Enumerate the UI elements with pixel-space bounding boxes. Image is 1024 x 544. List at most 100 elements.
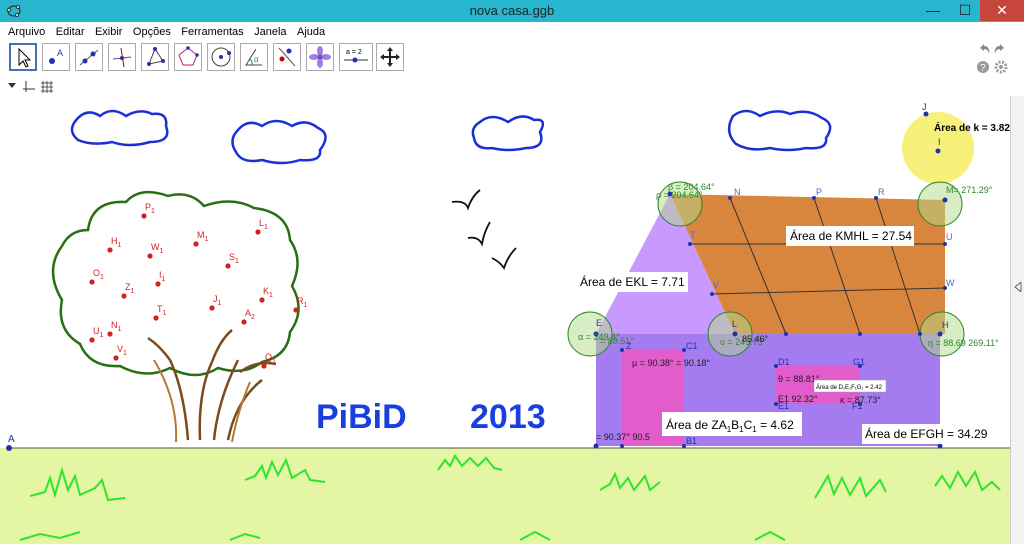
point-i[interactable] <box>935 148 941 154</box>
svg-text:ρ = 204.64°: ρ = 204.64° <box>656 190 703 200</box>
regular-polygon-tool-button[interactable] <box>174 43 202 71</box>
tree-fruit-points: P1L1M1H1 W1S1O1 I1Z1 K1R1T1J1A2U1N1V1 Q1 <box>89 202 308 369</box>
tree-fruit-point[interactable] <box>147 253 153 259</box>
svg-text:85.46°: 85.46° <box>742 334 769 344</box>
svg-text:κ = 87.73°: κ = 87.73° <box>840 395 881 405</box>
svg-text:P: P <box>816 187 822 197</box>
tree-fruit-point[interactable] <box>259 297 265 303</box>
tree-fruit-label: Z1 <box>125 282 135 295</box>
polygon-icon <box>147 47 165 66</box>
svg-text:E1 92.32°: E1 92.32° <box>778 394 818 404</box>
tree-fruit-point[interactable] <box>89 279 95 285</box>
svg-text:= 90.37° 90.5: = 90.37° 90.5 <box>596 432 650 442</box>
menu-exibir[interactable]: Exibir <box>92 23 126 41</box>
tree-fruit-point[interactable] <box>107 247 113 253</box>
svg-text:Área de D₁E₁F₁G₁ = 2.42: Área de D₁E₁F₁G₁ = 2.42 <box>816 384 883 391</box>
tree-fruit-point[interactable] <box>155 281 161 287</box>
area-label-ekl: Área de EKL = 7.71 <box>576 272 688 292</box>
area-label-window: Área de D₁E₁F₁G₁ = 2.42 <box>813 379 887 393</box>
menu-ferramentas[interactable]: Ferramentas <box>178 23 246 41</box>
menu-opcoes[interactable]: Opções <box>130 23 174 41</box>
menu-ajuda[interactable]: Ajuda <box>294 23 328 41</box>
menu-editar[interactable]: Editar <box>53 23 88 41</box>
minimize-button[interactable]: — <box>918 0 948 21</box>
angle-tool-button[interactable]: α <box>240 43 268 71</box>
tree-fruit-label: I1 <box>159 270 166 283</box>
menu-arquivo[interactable]: Arquivo <box>0 23 48 41</box>
expand-arrow-icon[interactable] <box>1014 282 1022 292</box>
maximize-button[interactable]: ☐ <box>950 0 980 21</box>
tree-fruit-label: S1 <box>229 252 239 265</box>
polygon-tool-button[interactable] <box>141 43 169 71</box>
move-arrows-icon <box>380 47 400 67</box>
tree-fruit-point[interactable] <box>255 229 261 235</box>
tree-fruit-label: P1 <box>145 202 155 215</box>
circle-tool-button[interactable] <box>207 43 235 71</box>
graphics-view[interactable]: A J I Área de k = 3.82 P1 L1 M1 H1 W1 S1… <box>0 96 1010 544</box>
grid-toggle-icon[interactable] <box>40 80 54 94</box>
point-tool-button[interactable]: A <box>42 43 70 71</box>
tree-fruit-point[interactable] <box>107 331 113 337</box>
svg-text:B1: B1 <box>686 436 697 446</box>
point-j[interactable] <box>923 111 929 117</box>
svg-text:W: W <box>946 278 955 288</box>
tree-fruit-point[interactable] <box>141 213 147 219</box>
reflect-tool-button[interactable] <box>273 43 301 71</box>
angle-icon: α <box>245 48 262 66</box>
close-button[interactable]: ✕ <box>980 0 1024 21</box>
pibid-text: PiBiD <box>316 398 407 436</box>
settings-gear-icon[interactable] <box>994 60 1008 74</box>
svg-text:α: α <box>254 55 259 64</box>
point-a-label: A <box>8 434 15 445</box>
help-icon[interactable]: ? <box>976 60 990 74</box>
svg-text:= 89.51°: = 89.51° <box>600 336 634 346</box>
transform-tool-button[interactable] <box>306 43 334 71</box>
svg-text:U: U <box>946 232 953 242</box>
point-a[interactable] <box>6 445 12 451</box>
drawing-canvas[interactable]: A J I Área de k = 3.82 P1L1M1H1 W1S1O1 I… <box>0 96 1010 544</box>
tree-fruit-point[interactable] <box>113 355 119 361</box>
move-tool-button[interactable] <box>9 43 37 71</box>
tree-fruit-point[interactable] <box>193 241 199 247</box>
menu-janela[interactable]: Janela <box>251 23 289 41</box>
tree-fruit-point[interactable] <box>241 319 247 325</box>
tree-fruit-point[interactable] <box>261 363 267 369</box>
birds <box>451 189 517 271</box>
svg-text:M= 271.29°: M= 271.29° <box>946 185 993 195</box>
svg-text:C1: C1 <box>686 341 698 351</box>
tree-fruit-label: U1 <box>93 326 104 339</box>
svg-text:V: V <box>713 280 719 290</box>
svg-text:H: H <box>942 320 949 330</box>
tree-fruit-label: M1 <box>197 230 209 243</box>
svg-text:N: N <box>734 187 741 197</box>
tree-fruit-point[interactable] <box>153 315 159 321</box>
tree-fruit-label: H1 <box>111 236 122 249</box>
tree-fruit-point[interactable] <box>121 293 127 299</box>
sun-area-label: Área de k = 3.82 <box>934 121 1010 134</box>
line-tool-button[interactable] <box>75 43 103 71</box>
axes-toggle-icon[interactable] <box>22 80 36 94</box>
line-icon <box>79 49 99 66</box>
tree-fruit-point[interactable] <box>89 337 95 343</box>
collapse-triangle-icon[interactable] <box>8 82 16 90</box>
side-panel-handle[interactable] <box>1010 96 1024 544</box>
svg-text:A: A <box>57 48 63 58</box>
tree-fruit-label: L1 <box>259 218 268 231</box>
tree-fruit-point[interactable] <box>293 307 299 313</box>
menu-bar: Arquivo Editar Exibir Opções Ferramentas… <box>0 22 1024 41</box>
perpendicular-line-tool-button[interactable] <box>108 43 136 71</box>
perpendicular-line-icon <box>112 47 132 68</box>
tree-fruit-point[interactable] <box>209 305 215 311</box>
house <box>567 181 965 449</box>
undo-icon[interactable] <box>976 42 990 56</box>
tree-fruit-label: V1 <box>117 344 127 357</box>
flower-icon <box>309 46 331 68</box>
tree-fruit-point[interactable] <box>225 263 231 269</box>
svg-text:Área de KMHL = 27.54: Área de KMHL = 27.54 <box>790 228 912 243</box>
svg-text:Área de EFGH = 34.29: Área de EFGH = 34.29 <box>865 426 988 441</box>
redo-icon[interactable] <box>994 42 1008 56</box>
svg-text:T: T <box>690 230 696 240</box>
slider-tool-button[interactable]: a = 2 <box>339 43 373 71</box>
area-label-efgh: Área de EFGH = 34.29 <box>862 424 994 444</box>
move-graphics-tool-button[interactable] <box>376 43 404 71</box>
